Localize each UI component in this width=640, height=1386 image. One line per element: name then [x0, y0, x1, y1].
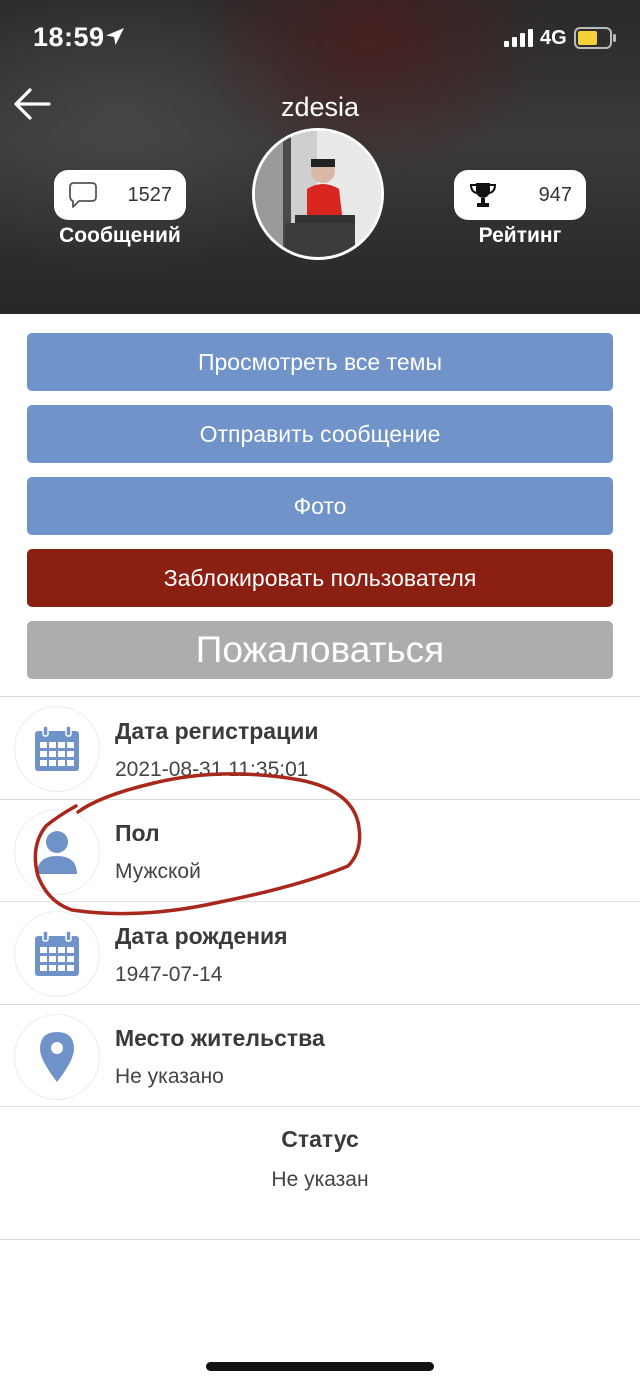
rating-stat[interactable]: 947: [454, 170, 586, 220]
calendar-icon: [35, 725, 79, 771]
person-icon: [37, 831, 77, 874]
messages-count: 1527: [127, 184, 173, 206]
profile-header: 18:59 4G zdesia 1527 Сообщений 947 Рейти…: [0, 0, 640, 314]
cellular-signal-icon: [504, 29, 533, 47]
divider: [0, 1004, 640, 1005]
report-button[interactable]: Пожаловаться: [27, 621, 613, 679]
status-bar: 18:59 4G: [0, 0, 640, 78]
location-pin-icon: [40, 1032, 74, 1082]
avatar[interactable]: [252, 128, 384, 260]
photo-button[interactable]: Фото: [27, 477, 613, 535]
status-value: Не указан: [271, 1168, 369, 1191]
divider: [0, 799, 640, 800]
birth-date-icon-circle: [14, 911, 100, 997]
home-indicator[interactable]: [206, 1362, 434, 1371]
calendar-icon: [35, 930, 79, 976]
birth-date-value: 1947-07-14: [115, 963, 223, 986]
divider: [0, 696, 640, 697]
status-time: 18:59: [33, 22, 105, 52]
trophy-icon: [469, 183, 497, 207]
status-title: Статус: [281, 1126, 359, 1152]
messages-label: Сообщений: [59, 224, 181, 247]
battery-icon: [574, 27, 616, 49]
view-all-topics-button[interactable]: Просмотреть все темы: [27, 333, 613, 391]
divider: [0, 901, 640, 902]
divider: [0, 1106, 640, 1107]
residence-title: Место жительства: [115, 1025, 325, 1051]
registration-date-value: 2021-08-31 11:35:01: [115, 758, 309, 781]
location-arrow-icon: [106, 28, 124, 45]
gender-value: Мужской: [115, 860, 201, 883]
registration-date-title: Дата регистрации: [115, 718, 319, 744]
block-user-button[interactable]: Заблокировать пользователя: [27, 549, 613, 607]
rating-label: Рейтинг: [478, 224, 562, 247]
network-type: 4G: [540, 27, 567, 49]
residence-value: Не указано: [115, 1065, 224, 1088]
send-message-button[interactable]: Отправить сообщение: [27, 405, 613, 463]
birth-date-title: Дата рождения: [115, 923, 288, 949]
rating-value: 947: [538, 184, 572, 206]
chat-bubble-icon: [69, 182, 97, 208]
messages-stat[interactable]: 1527: [54, 170, 186, 220]
profile-username: zdesia: [280, 92, 360, 122]
registration-date-icon-circle: [14, 706, 100, 792]
avatar-photo: [255, 131, 381, 257]
gender-title: Пол: [115, 820, 160, 846]
divider: [0, 1239, 640, 1240]
residence-icon-circle: [14, 1014, 100, 1100]
gender-icon-circle: [14, 809, 100, 895]
